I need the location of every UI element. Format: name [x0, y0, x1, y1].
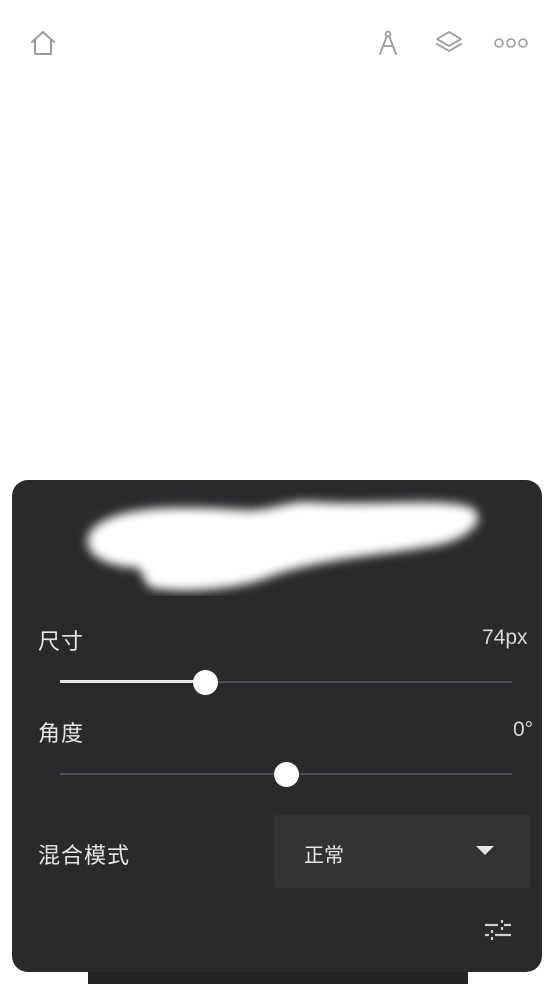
sliders-icon	[485, 920, 511, 940]
compass-icon	[379, 30, 397, 55]
size-value: 74px	[482, 626, 528, 649]
blend-mode-label: 混合模式	[38, 844, 131, 869]
angle-slider[interactable]	[60, 759, 512, 789]
dropdown-arrow-icon	[476, 846, 494, 855]
size-label: 尺寸	[38, 630, 85, 655]
size-slider[interactable]	[60, 667, 512, 697]
blend-mode-value: 正常	[304, 843, 344, 867]
angle-slider-thumb[interactable]	[274, 762, 299, 787]
layers-icon	[436, 31, 462, 52]
brush-adjust-button[interactable]	[480, 912, 516, 948]
size-slider-fill	[60, 680, 205, 683]
ruler-tool-button[interactable]	[368, 23, 408, 63]
drawing-canvas-screen: 尺寸 74px 角度 0° 混合模式 正常	[0, 0, 554, 984]
home-icon	[31, 31, 55, 55]
home-button[interactable]	[23, 23, 63, 63]
blend-mode-dropdown[interactable]: 正常	[274, 815, 530, 888]
angle-value: 0°	[513, 718, 534, 741]
angle-label: 角度	[38, 722, 85, 747]
size-slider-thumb[interactable]	[192, 670, 218, 695]
more-icon	[494, 38, 528, 48]
more-options-button[interactable]	[491, 23, 531, 63]
top-toolbar	[0, 0, 554, 90]
brush-settings-panel: 尺寸 74px 角度 0° 混合模式 正常	[12, 480, 542, 972]
brush-stroke-preview	[72, 492, 492, 596]
layers-button[interactable]	[429, 23, 469, 63]
